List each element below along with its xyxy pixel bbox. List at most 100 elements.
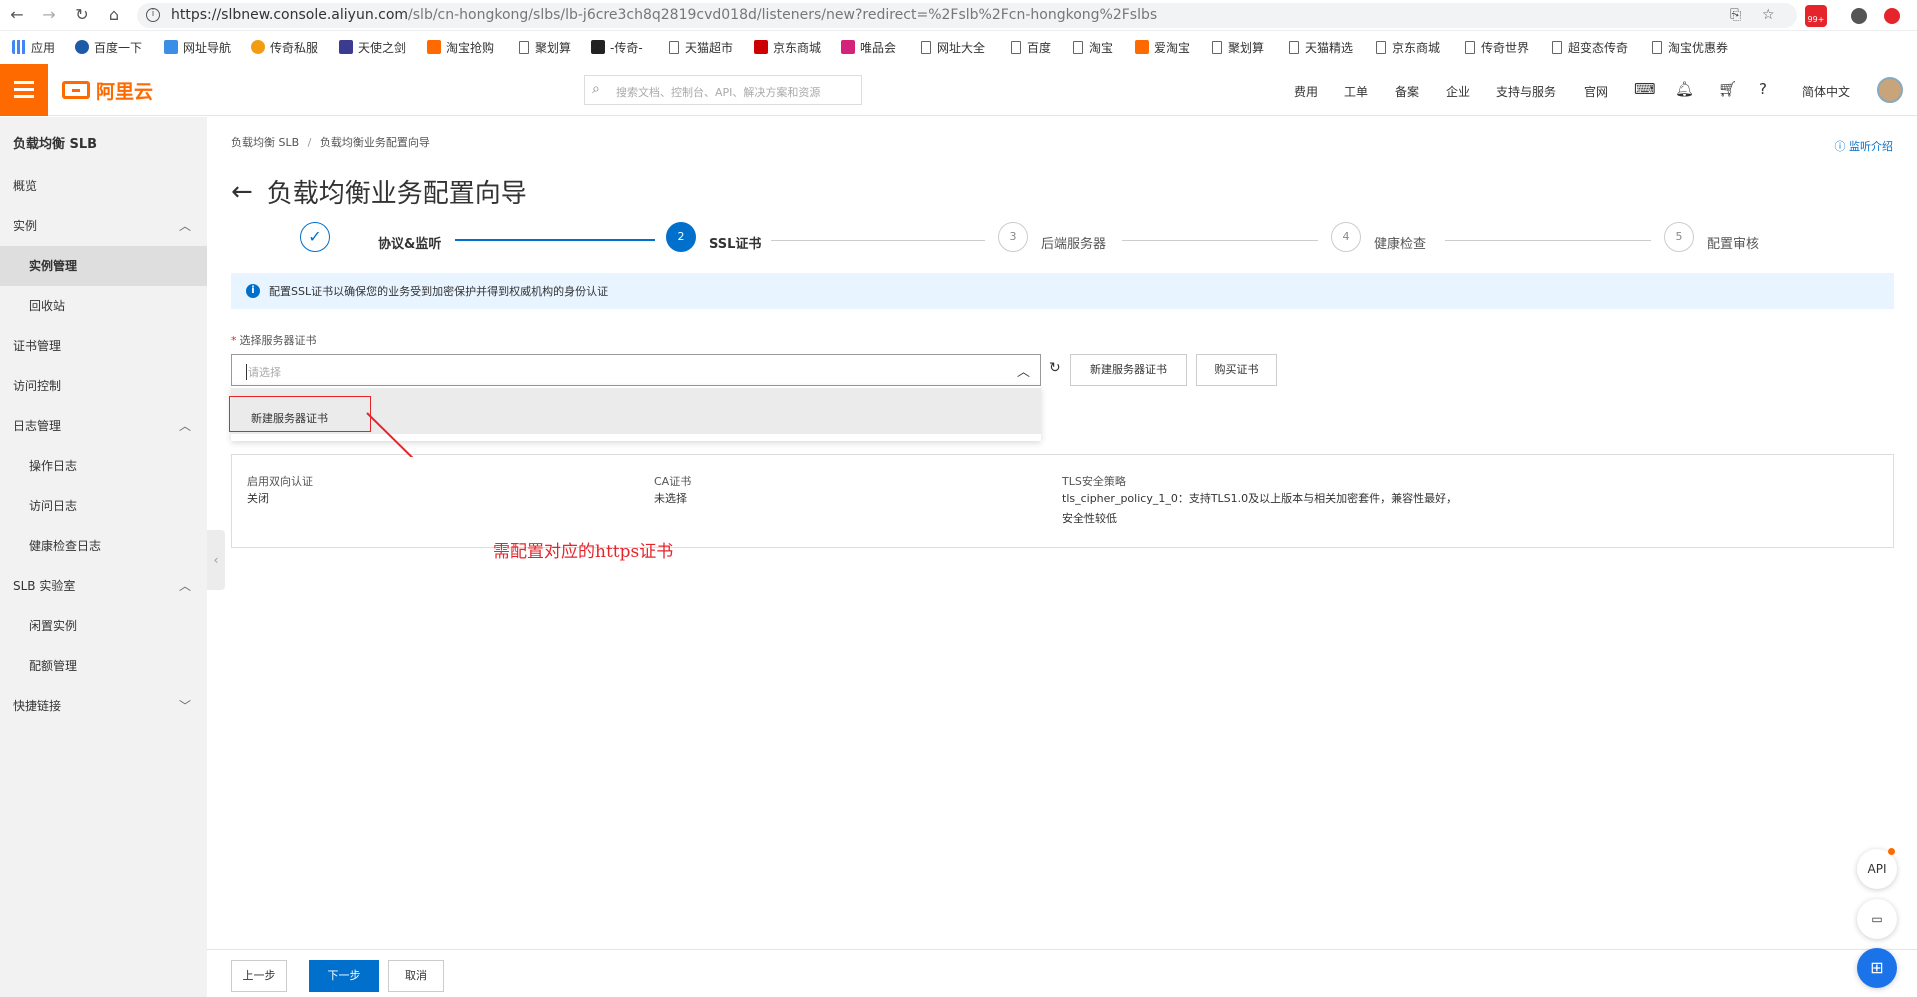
sidebar-item-access-control[interactable]: 访问控制 [0, 366, 207, 406]
language-switch[interactable]: 简体中文 [1802, 83, 1850, 100]
terminal-icon[interactable]: ⌨ [1634, 80, 1656, 98]
nav-enterprise[interactable]: 企业 [1446, 83, 1470, 100]
server-cert-select[interactable]: 请选择 ︿ [231, 354, 1041, 386]
page-icon [519, 40, 529, 54]
prev-step-button[interactable]: 上一步 [231, 960, 287, 992]
bookmark-item[interactable]: 网址导航 [164, 36, 231, 58]
bookmark-item[interactable]: 聚划算 [1212, 36, 1264, 58]
step-2-label: SSL证书 [709, 237, 762, 252]
page-title: ← 负载均衡业务配置向导 [231, 173, 527, 210]
nav-icp[interactable]: 备案 [1395, 83, 1419, 100]
sidebar-item-certificates[interactable]: 证书管理 [0, 326, 207, 366]
sidebar-item-instances[interactable]: 实例 ︿ [0, 206, 207, 246]
bookmark-label: 聚划算 [1228, 40, 1265, 55]
nav-billing[interactable]: 费用 [1294, 83, 1318, 100]
sidebar-item-access-logs[interactable]: 访问日志 [0, 486, 207, 526]
sidebar-item-label: 配额管理 [29, 659, 78, 673]
url-text[interactable]: https://slbnew.console.aliyun.com/slb/cn… [171, 7, 1157, 23]
sidebar-item-overview[interactable]: 概览 [0, 166, 207, 206]
bookmark-label: 淘宝 [1089, 40, 1114, 55]
sidebar-item-logs[interactable]: 日志管理 ︿ [0, 406, 207, 446]
sidebar-item-instance-management[interactable]: 实例管理 [0, 246, 207, 286]
extension-icon[interactable]: 99+ [1805, 5, 1827, 27]
bookmark-item[interactable]: -传奇- [591, 36, 643, 58]
bookmark-item[interactable]: 淘宝抢购 [427, 36, 494, 58]
bookmark-item[interactable]: 天猫精选 [1289, 36, 1353, 58]
sidebar-item-recycle-bin[interactable]: 回收站 [0, 286, 207, 326]
bookmark-item[interactable]: 超变态传奇 [1552, 36, 1628, 58]
sidebar-item-label: 健康检查日志 [29, 539, 102, 553]
cancel-button[interactable]: 取消 [388, 960, 444, 992]
sidebar-item-label: 实例 [13, 219, 38, 233]
bookmark-label: 传奇私服 [270, 40, 319, 55]
back-icon[interactable]: ← [6, 4, 28, 26]
update-icon[interactable] [1884, 8, 1900, 24]
new-server-cert-label: 新建服务器证书 [1090, 363, 1167, 376]
nav-support[interactable]: 支持与服务 [1496, 83, 1556, 100]
api-float-button[interactable]: API [1857, 848, 1897, 889]
listener-help-link[interactable]: ⓘ 监听介绍 [1835, 138, 1894, 154]
profile-icon[interactable] [1851, 8, 1867, 24]
forward-icon[interactable]: → [38, 4, 60, 26]
bookmark-label: 传奇世界 [1481, 40, 1530, 55]
bookmark-item[interactable]: 百度一下 [75, 36, 142, 58]
bookmark-item[interactable]: 唯品会 [841, 36, 896, 58]
help-link-label: 监听介绍 [1849, 140, 1893, 153]
help-icon[interactable]: ? [1759, 80, 1767, 98]
tls-policy-value: tls_cipher_policy_1_0：支持TLS1.0及以上版本与相关加密… [1062, 492, 1458, 505]
bookmark-label: 天猫精选 [1305, 40, 1354, 55]
bookmark-item[interactable]: 网址大全 [921, 36, 985, 58]
step-1-label: 协议&监听 [378, 237, 442, 252]
sidebar-item-label: 闲置实例 [29, 619, 78, 633]
step-line-4 [1445, 240, 1651, 241]
breadcrumb-root[interactable]: 负载均衡 SLB [231, 136, 299, 149]
bookmark-item[interactable]: 传奇世界 [1465, 36, 1529, 58]
bookmark-item[interactable]: 天使之剑 [339, 36, 406, 58]
new-server-cert-button[interactable]: 新建服务器证书 [1070, 354, 1187, 386]
bookmark-item[interactable]: 京东商城 [754, 36, 821, 58]
cart-icon[interactable]: 🛒︎ [1718, 80, 1737, 98]
refresh-icon[interactable]: ↻ [1049, 360, 1061, 376]
site-info-icon[interactable]: i [146, 8, 160, 22]
translate-icon[interactable]: ⎘ [1730, 7, 1741, 23]
bookmark-star-icon[interactable]: ☆ [1762, 7, 1775, 23]
sidebar-item-slb-lab[interactable]: SLB 实验室 ︿ [0, 566, 207, 606]
bell-icon[interactable]: 🔔︎ [1675, 80, 1694, 98]
sidebar-item-operation-logs[interactable]: 操作日志 [0, 446, 207, 486]
next-step-label: 下一步 [327, 969, 361, 982]
back-arrow-icon[interactable]: ← [231, 177, 253, 207]
bookmark-item[interactable]: 传奇私服 [251, 36, 318, 58]
next-step-button[interactable]: 下一步 [309, 960, 379, 992]
cert-settings-panel: 启用双向认证 关闭 CA证书 未选择 TLS安全策略 tls_cipher_po… [231, 454, 1894, 548]
search-input[interactable]: ⌕ 搜索文档、控制台、API、解决方案和资源 [584, 75, 862, 105]
bookmark-item[interactable]: 爱淘宝 [1135, 36, 1190, 58]
apps-grid-icon[interactable]: ⊞ [1857, 948, 1897, 988]
bookmark-item[interactable]: 天猫超市 [669, 36, 733, 58]
address-bar[interactable]: i https://slbnew.console.aliyun.com/slb/… [137, 3, 1797, 28]
reload-icon[interactable]: ↻ [71, 4, 93, 26]
sidebar-item-health-check-logs[interactable]: 健康检查日志 [0, 526, 207, 566]
sidebar: 负载均衡 SLB 概览 实例 ︿ 实例管理 回收站 证书管理 访问控制 日志管理 ︿… [0, 117, 207, 997]
sidebar-item-quota[interactable]: 配额管理 [0, 646, 207, 686]
buy-cert-button[interactable]: 购买证书 [1196, 354, 1277, 386]
bookmark-item[interactable]: 淘宝优惠券 [1652, 36, 1728, 58]
sidebar-item-idle-instances[interactable]: 闲置实例 [0, 606, 207, 646]
sidebar-item-label: 证书管理 [13, 339, 62, 353]
feedback-icon[interactable]: ▭ [1857, 899, 1897, 939]
menu-icon[interactable] [0, 64, 48, 116]
bookmark-item[interactable]: 百度 [1011, 36, 1051, 58]
bookmark-item[interactable]: 聚划算 [519, 36, 571, 58]
aliyun-logo[interactable]: 阿里云 [62, 78, 153, 103]
avatar[interactable] [1877, 77, 1903, 103]
nav-official-site[interactable]: 官网 [1584, 83, 1608, 100]
nav-tickets[interactable]: 工单 [1344, 83, 1368, 100]
sidebar-item-quick-links[interactable]: 快捷链接 ﹀ [0, 686, 207, 726]
bookmark-item[interactable]: 京东商城 [1376, 36, 1440, 58]
bookmark-item[interactable]: 淘宝 [1073, 36, 1113, 58]
bookmark-label: 淘宝优惠券 [1668, 40, 1729, 55]
chevron-down-icon: ﹀ [178, 699, 191, 713]
chevron-up-icon: ︿ [178, 419, 191, 433]
chevron-up-icon: ︿ [178, 219, 191, 233]
bookmark-item[interactable]: 应用 [12, 36, 55, 58]
home-icon[interactable]: ⌂ [103, 4, 125, 26]
